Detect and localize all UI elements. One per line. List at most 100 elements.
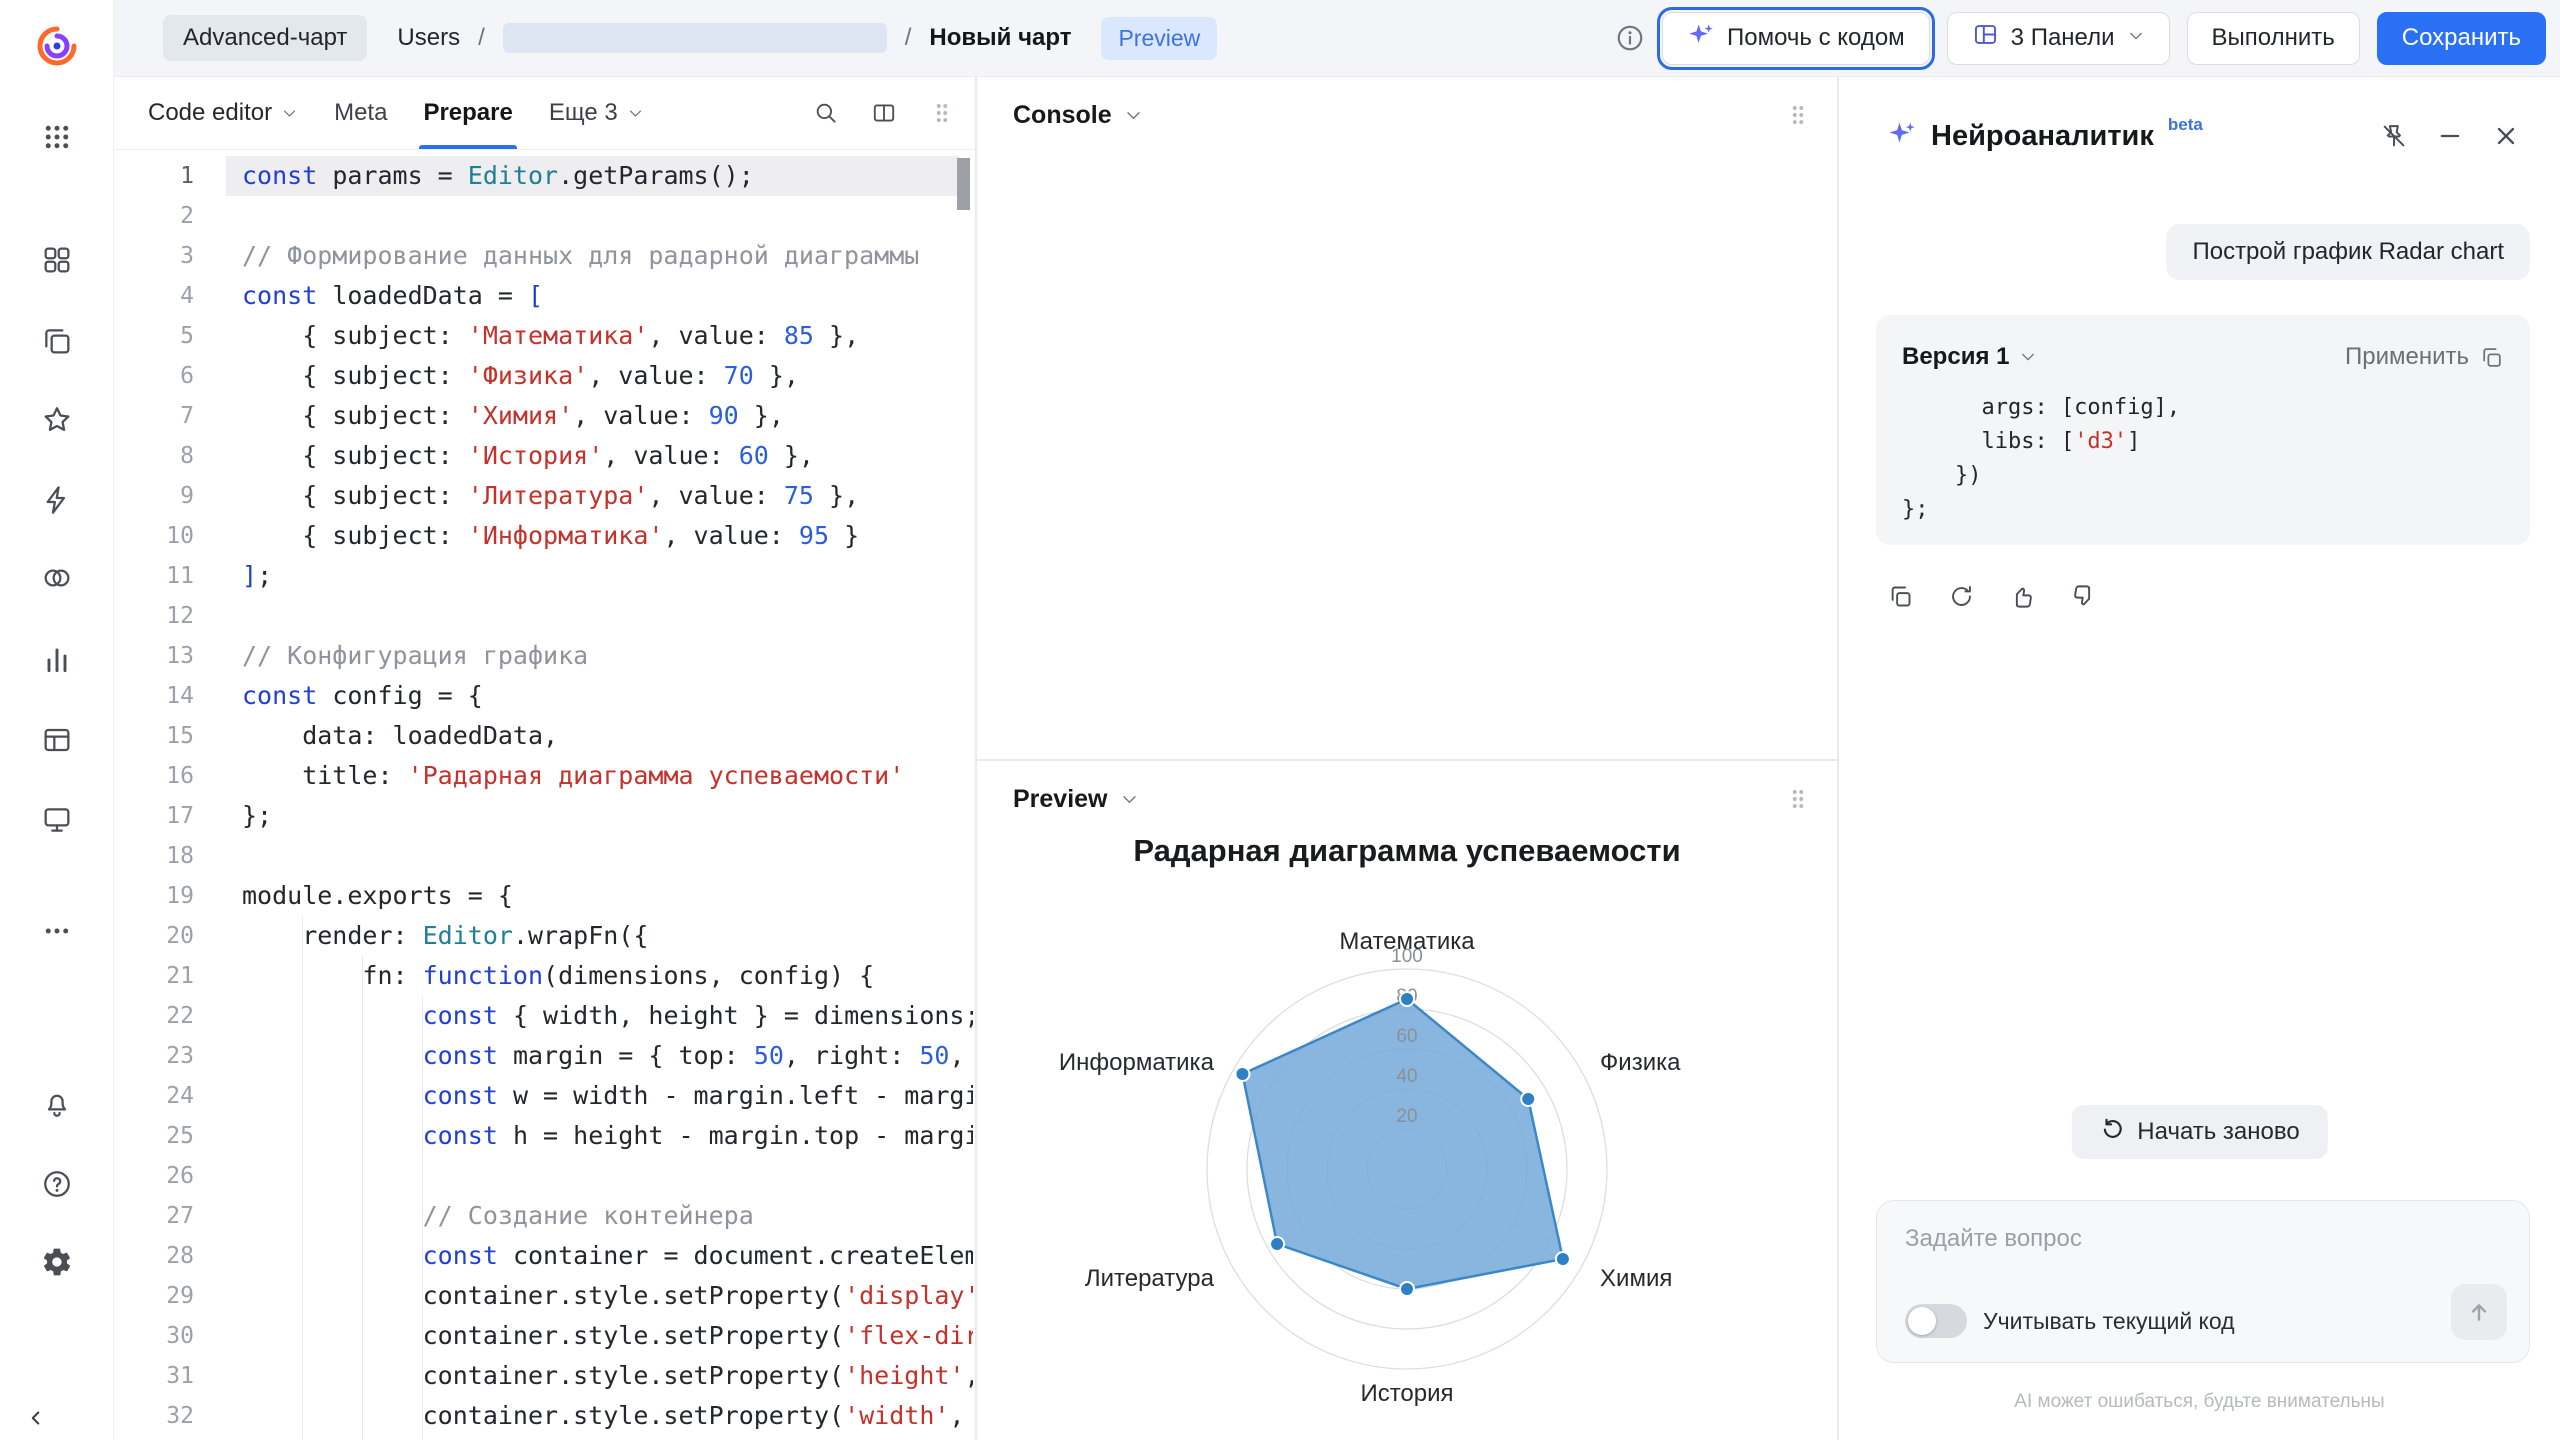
notifications-icon[interactable] xyxy=(33,1080,81,1128)
drag-handle-icon[interactable] xyxy=(929,100,955,126)
chevron-down-icon xyxy=(627,105,644,122)
more-icon[interactable] xyxy=(33,907,81,955)
tab-meta[interactable]: Meta xyxy=(334,77,387,149)
radar-tick-label: 40 xyxy=(1396,1066,1417,1087)
code-line: data: loadedData, xyxy=(242,716,959,756)
code-line: container.style.setProperty('display', '… xyxy=(242,1276,959,1316)
save-button[interactable]: Сохранить xyxy=(2377,12,2546,65)
settings-gear-icon[interactable] xyxy=(33,1238,81,1286)
line-number: 23 xyxy=(114,1036,194,1076)
split-view-icon[interactable] xyxy=(871,100,897,126)
code-line: { subject: 'Математика', value: 85 }, xyxy=(242,316,959,356)
radar-point xyxy=(1235,1067,1249,1081)
line-number: 12 xyxy=(114,596,194,636)
collections-icon[interactable] xyxy=(33,317,81,365)
lightning-icon[interactable] xyxy=(33,476,81,524)
panel-divider[interactable] xyxy=(977,759,1837,761)
chevron-down-icon[interactable] xyxy=(2019,348,2037,366)
line-number: 32 xyxy=(114,1396,194,1436)
search-icon[interactable] xyxy=(813,100,839,126)
radar-axis-label: Математика xyxy=(1339,928,1475,955)
collapse-sidebar-icon[interactable] xyxy=(12,1394,60,1440)
line-number: 3 xyxy=(114,236,194,276)
include-code-toggle[interactable] xyxy=(1905,1304,1967,1338)
code-editor[interactable]: 1234567891011121314151617181920212223242… xyxy=(114,150,973,1440)
line-number: 31 xyxy=(114,1356,194,1396)
version-dropdown[interactable]: Версия 1 xyxy=(1902,343,2009,371)
snippet-line: }) xyxy=(1902,459,2504,493)
editor-scrollbar[interactable] xyxy=(957,158,970,210)
line-number: 8 xyxy=(114,436,194,476)
preview-drag-handle-icon[interactable] xyxy=(1785,786,1811,812)
sparkle-icon xyxy=(1687,21,1715,56)
toggle-knob xyxy=(1908,1307,1936,1335)
code-line: title: 'Радарная диаграмма успеваемости' xyxy=(242,756,959,796)
tab-prepare[interactable]: Prepare xyxy=(423,77,512,149)
radar-point xyxy=(1400,1282,1414,1296)
preview-collapse-chevron-icon[interactable] xyxy=(1120,790,1139,809)
snippet-line: }; xyxy=(1902,493,2504,527)
editor-mode-dropdown[interactable]: Code editor xyxy=(148,77,298,149)
console-collapse-chevron-icon[interactable] xyxy=(1124,106,1143,125)
panels-icon xyxy=(1972,21,1999,55)
line-number: 4 xyxy=(114,276,194,316)
code-line: // Создание контейнера xyxy=(242,1196,959,1236)
tables-icon[interactable] xyxy=(33,716,81,764)
code-line: ]; xyxy=(242,556,959,596)
copy-code-icon[interactable] xyxy=(2479,345,2504,370)
assistant-response-card: Версия 1 Применить args: [config], libs:… xyxy=(1876,315,2530,545)
indent-guide xyxy=(362,956,363,1440)
code-line xyxy=(242,836,959,876)
copy-icon[interactable] xyxy=(1887,583,1914,610)
apply-button[interactable]: Применить xyxy=(2345,343,2469,371)
ai-disclaimer: AI может ошибаться, будьте внимательны xyxy=(1839,1391,2560,1413)
page-title: Новый чарт xyxy=(929,24,1071,52)
connections-icon[interactable] xyxy=(33,554,81,602)
charts-icon[interactable] xyxy=(33,636,81,684)
line-number: 28 xyxy=(114,1236,194,1276)
panels-button-label: 3 Панели xyxy=(2011,24,2115,52)
line-number: 18 xyxy=(114,836,194,876)
header-actions: Помочь с кодом 3 Панели Выполнить Сохран… xyxy=(1615,12,2546,65)
info-icon[interactable] xyxy=(1615,23,1645,53)
message-actions xyxy=(1887,583,2097,610)
radar-tick-label: 60 xyxy=(1396,1026,1417,1047)
help-with-code-button[interactable]: Помочь с кодом xyxy=(1662,12,1930,65)
tab-prepare-label: Prepare xyxy=(423,99,512,127)
thumbs-up-icon[interactable] xyxy=(2009,583,2036,610)
send-button[interactable] xyxy=(2451,1284,2507,1340)
help-icon[interactable] xyxy=(33,1160,81,1208)
console-drag-handle-icon[interactable] xyxy=(1785,102,1811,128)
line-number: 7 xyxy=(114,396,194,436)
tab-meta-label: Meta xyxy=(334,99,387,127)
widgets-icon[interactable] xyxy=(33,236,81,284)
regenerate-icon[interactable] xyxy=(1948,583,1975,610)
presentation-icon[interactable] xyxy=(33,796,81,844)
minimize-icon[interactable] xyxy=(2436,122,2464,150)
unpin-icon[interactable] xyxy=(2380,122,2408,150)
run-button[interactable]: Выполнить xyxy=(2187,12,2360,65)
line-number: 21 xyxy=(114,956,194,996)
code-line: const { width, height } = dimensions; xyxy=(242,996,959,1036)
preview-badge[interactable]: Preview xyxy=(1101,17,1217,60)
panels-dropdown-button[interactable]: 3 Панели xyxy=(1947,12,2170,65)
toggle-label: Учитывать текущий код xyxy=(1983,1308,2235,1335)
breadcrumb-users[interactable]: Users xyxy=(397,24,460,52)
tab-more[interactable]: Еще 3 xyxy=(549,77,644,149)
help-button-label: Помочь с кодом xyxy=(1727,24,1905,52)
close-icon[interactable] xyxy=(2492,122,2520,150)
code-line: module.exports = { xyxy=(242,876,959,916)
code-line: { subject: 'Химия', value: 90 }, xyxy=(242,396,959,436)
console-title: Console xyxy=(1013,101,1112,130)
apps-grid-icon[interactable] xyxy=(33,113,81,161)
prompt-input[interactable] xyxy=(1905,1225,2465,1253)
star-icon[interactable] xyxy=(33,396,81,444)
line-number: 26 xyxy=(114,1156,194,1196)
thumbs-down-icon[interactable] xyxy=(2070,583,2097,610)
datalens-logo[interactable] xyxy=(33,22,81,70)
radar-point xyxy=(1556,1252,1570,1266)
breadcrumb-separator: / xyxy=(478,24,485,52)
chevron-down-icon xyxy=(2127,24,2145,52)
restart-button[interactable]: Начать заново xyxy=(2071,1105,2327,1159)
breadcrumb-redacted xyxy=(503,23,887,53)
